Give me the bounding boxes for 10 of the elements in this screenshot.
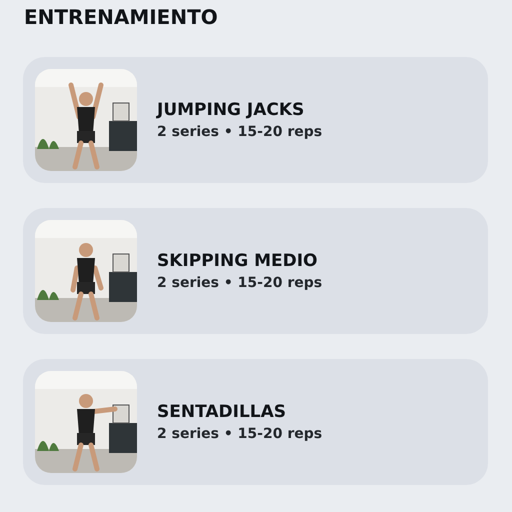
exercise-card[interactable]: SKIPPING MEDIO 2 series • 15-20 reps	[23, 208, 488, 334]
exercise-card[interactable]: SENTADILLAS 2 series • 15-20 reps	[23, 359, 488, 485]
section-title: ENTRENAMIENTO	[24, 4, 218, 30]
exercise-detail: 2 series • 15-20 reps	[157, 426, 322, 442]
exercise-name: SKIPPING MEDIO	[157, 251, 318, 271]
exercise-detail: 2 series • 15-20 reps	[157, 275, 322, 291]
exercise-name: JUMPING JACKS	[157, 100, 304, 120]
exercise-detail: 2 series • 15-20 reps	[157, 124, 322, 140]
exercise-card[interactable]: JUMPING JACKS 2 series • 15-20 reps	[23, 57, 488, 183]
exercise-name: SENTADILLAS	[157, 402, 286, 422]
